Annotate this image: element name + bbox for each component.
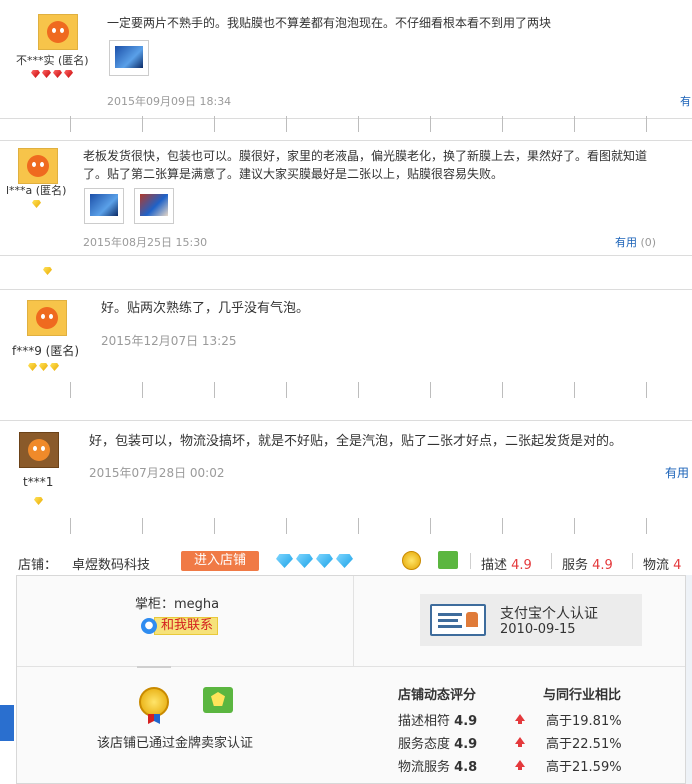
- red-heart-icon: [42, 70, 51, 78]
- review-item: t***1 好，包装可以，物流没搞坏，就是不好贴，全是汽泡，贴了二张才好点，二张…: [0, 421, 692, 515]
- review-item: f***9 (匿名) 好。贴两次熟练了，几乎没有气泡。 2015年12月07日 …: [0, 290, 692, 380]
- gold-gem-icon: [50, 363, 59, 371]
- dsr-row: 物流服务 4.8: [398, 760, 478, 775]
- alipay-certification: 支付宝个人认证 2010-09-15: [420, 594, 642, 646]
- review-photo[interactable]: [134, 188, 174, 224]
- score-describe: 描述 4.9: [481, 558, 532, 573]
- contact-seller-button[interactable]: ● 和我联系: [141, 617, 219, 635]
- review-text: 一定要两片不熟手的。我贴膜也不算差都有泡泡现在。不仔细看根本看不到用了两块: [107, 16, 552, 30]
- ruler-ticks: [0, 518, 692, 534]
- useful-label: 有用: [665, 466, 690, 480]
- useful-link[interactable]: 有用 (0): [615, 234, 656, 250]
- useful-link[interactable]: 有用: [665, 464, 689, 481]
- user-avatar[interactable]: [38, 14, 78, 50]
- ruler-ticks: [0, 116, 692, 132]
- useful-link[interactable]: 有: [680, 93, 691, 109]
- chat-icon: ●: [141, 618, 157, 634]
- review-date: 2015年09月09日 18:34: [107, 95, 232, 108]
- dsr-compare: 高于21.59%: [546, 760, 622, 775]
- score-service: 服务 4.9: [562, 558, 613, 573]
- up-arrow-icon: [515, 737, 525, 747]
- score-logistics: 物流 4: [643, 558, 682, 573]
- user-name: l***a (匿名): [6, 184, 67, 197]
- dsr-compare: 高于22.51%: [546, 737, 622, 752]
- divider: [0, 255, 692, 256]
- user-rank-gems: [31, 70, 73, 80]
- shop-bar: 店铺： 卓煜数码科技 进入店铺 描述 4.9 服务 4.9 物流 4: [0, 546, 692, 576]
- review-item: l***a (匿名) 老板发货很快，包装也可以。膜很好，家里的老液晶，偏光膜老化…: [0, 141, 692, 255]
- review-text: 好，包装可以，物流没搞坏，就是不好贴，全是汽泡，贴了二张才好点，二张起发货是对的…: [89, 434, 623, 449]
- up-arrow-icon: [515, 714, 525, 724]
- gold-gem-icon: [39, 363, 48, 371]
- review-photo[interactable]: [109, 40, 149, 76]
- review-photo[interactable]: [84, 188, 124, 224]
- seller-rank-gems: [276, 554, 353, 568]
- gold-seller-cert-text: 该店铺已通过金牌卖家认证: [97, 736, 254, 751]
- shop-label: 店铺：: [18, 558, 58, 573]
- contact-label: 和我联系: [154, 617, 219, 635]
- user-name: 不***实 (匿名): [16, 54, 89, 67]
- red-heart-icon: [53, 70, 62, 78]
- review-text: 老板发货很快，包装也可以。膜很好，家里的老液晶，偏光膜老化，换了新膜上去，果然好…: [83, 149, 648, 181]
- rank-gem-orphan: [43, 267, 52, 277]
- gold-seller-medal-icon: [139, 687, 169, 717]
- gold-gem-icon: [32, 200, 41, 208]
- user-avatar[interactable]: [19, 432, 59, 468]
- shop-info-popup: 掌柜：megha ● 和我联系 支付宝个人认证 2010-09-15 该店铺已通…: [16, 575, 686, 784]
- blue-diamond-icon: [296, 554, 313, 568]
- blue-diamond-icon: [276, 554, 293, 568]
- shield-icon: [438, 551, 458, 569]
- user-name: f***9 (匿名): [12, 344, 80, 358]
- user-rank-gems: [32, 200, 41, 210]
- id-card-icon: [430, 604, 486, 636]
- shopkeeper-name: 掌柜：megha: [135, 597, 220, 612]
- gold-gem-icon: [28, 363, 37, 371]
- shop-name[interactable]: 卓煜数码科技: [72, 554, 150, 573]
- scrollbar-track[interactable]: [686, 575, 692, 784]
- useful-label: 有用: [615, 236, 637, 249]
- side-tab: [0, 705, 14, 741]
- review-date: 2015年12月07日 13:25: [101, 334, 237, 348]
- dsr-row: 服务态度 4.9: [398, 737, 478, 752]
- dsr-row: 描述相符 4.9: [398, 714, 478, 729]
- gold-gem-icon: [43, 267, 52, 275]
- dsr-compare: 高于19.81%: [546, 714, 622, 729]
- user-name: t***1: [23, 475, 54, 489]
- user-rank-gems: [28, 363, 59, 373]
- shield-icon: [203, 687, 233, 713]
- alipay-title: 支付宝个人认证: [500, 606, 598, 622]
- user-avatar[interactable]: [27, 300, 67, 336]
- gold-medal-icon: [402, 551, 421, 570]
- dsr-header: 店铺动态评分: [398, 688, 477, 703]
- review-date: 2015年08月25日 15:30: [83, 236, 208, 249]
- blue-diamond-icon: [316, 554, 333, 568]
- review-date: 2015年07月28日 00:02: [89, 466, 225, 480]
- blue-diamond-icon: [336, 554, 353, 568]
- user-avatar[interactable]: [18, 148, 58, 184]
- gold-gem-icon: [34, 497, 43, 505]
- enter-shop-button[interactable]: 进入店铺: [181, 551, 259, 571]
- review-item: 不***实 (匿名) 一定要两片不熟手的。我贴膜也不算差都有泡泡现在。不仔细看根…: [0, 0, 692, 118]
- useful-count: (0): [640, 236, 657, 249]
- up-arrow-icon: [515, 760, 525, 770]
- compare-header: 与同行业相比: [543, 688, 622, 703]
- ruler-ticks: [0, 382, 692, 398]
- user-rank-gems: [34, 497, 43, 507]
- red-heart-icon: [31, 70, 40, 78]
- review-text: 好。贴两次熟练了，几乎没有气泡。: [101, 301, 310, 316]
- alipay-date: 2010-09-15: [500, 622, 576, 637]
- red-heart-icon: [64, 70, 73, 78]
